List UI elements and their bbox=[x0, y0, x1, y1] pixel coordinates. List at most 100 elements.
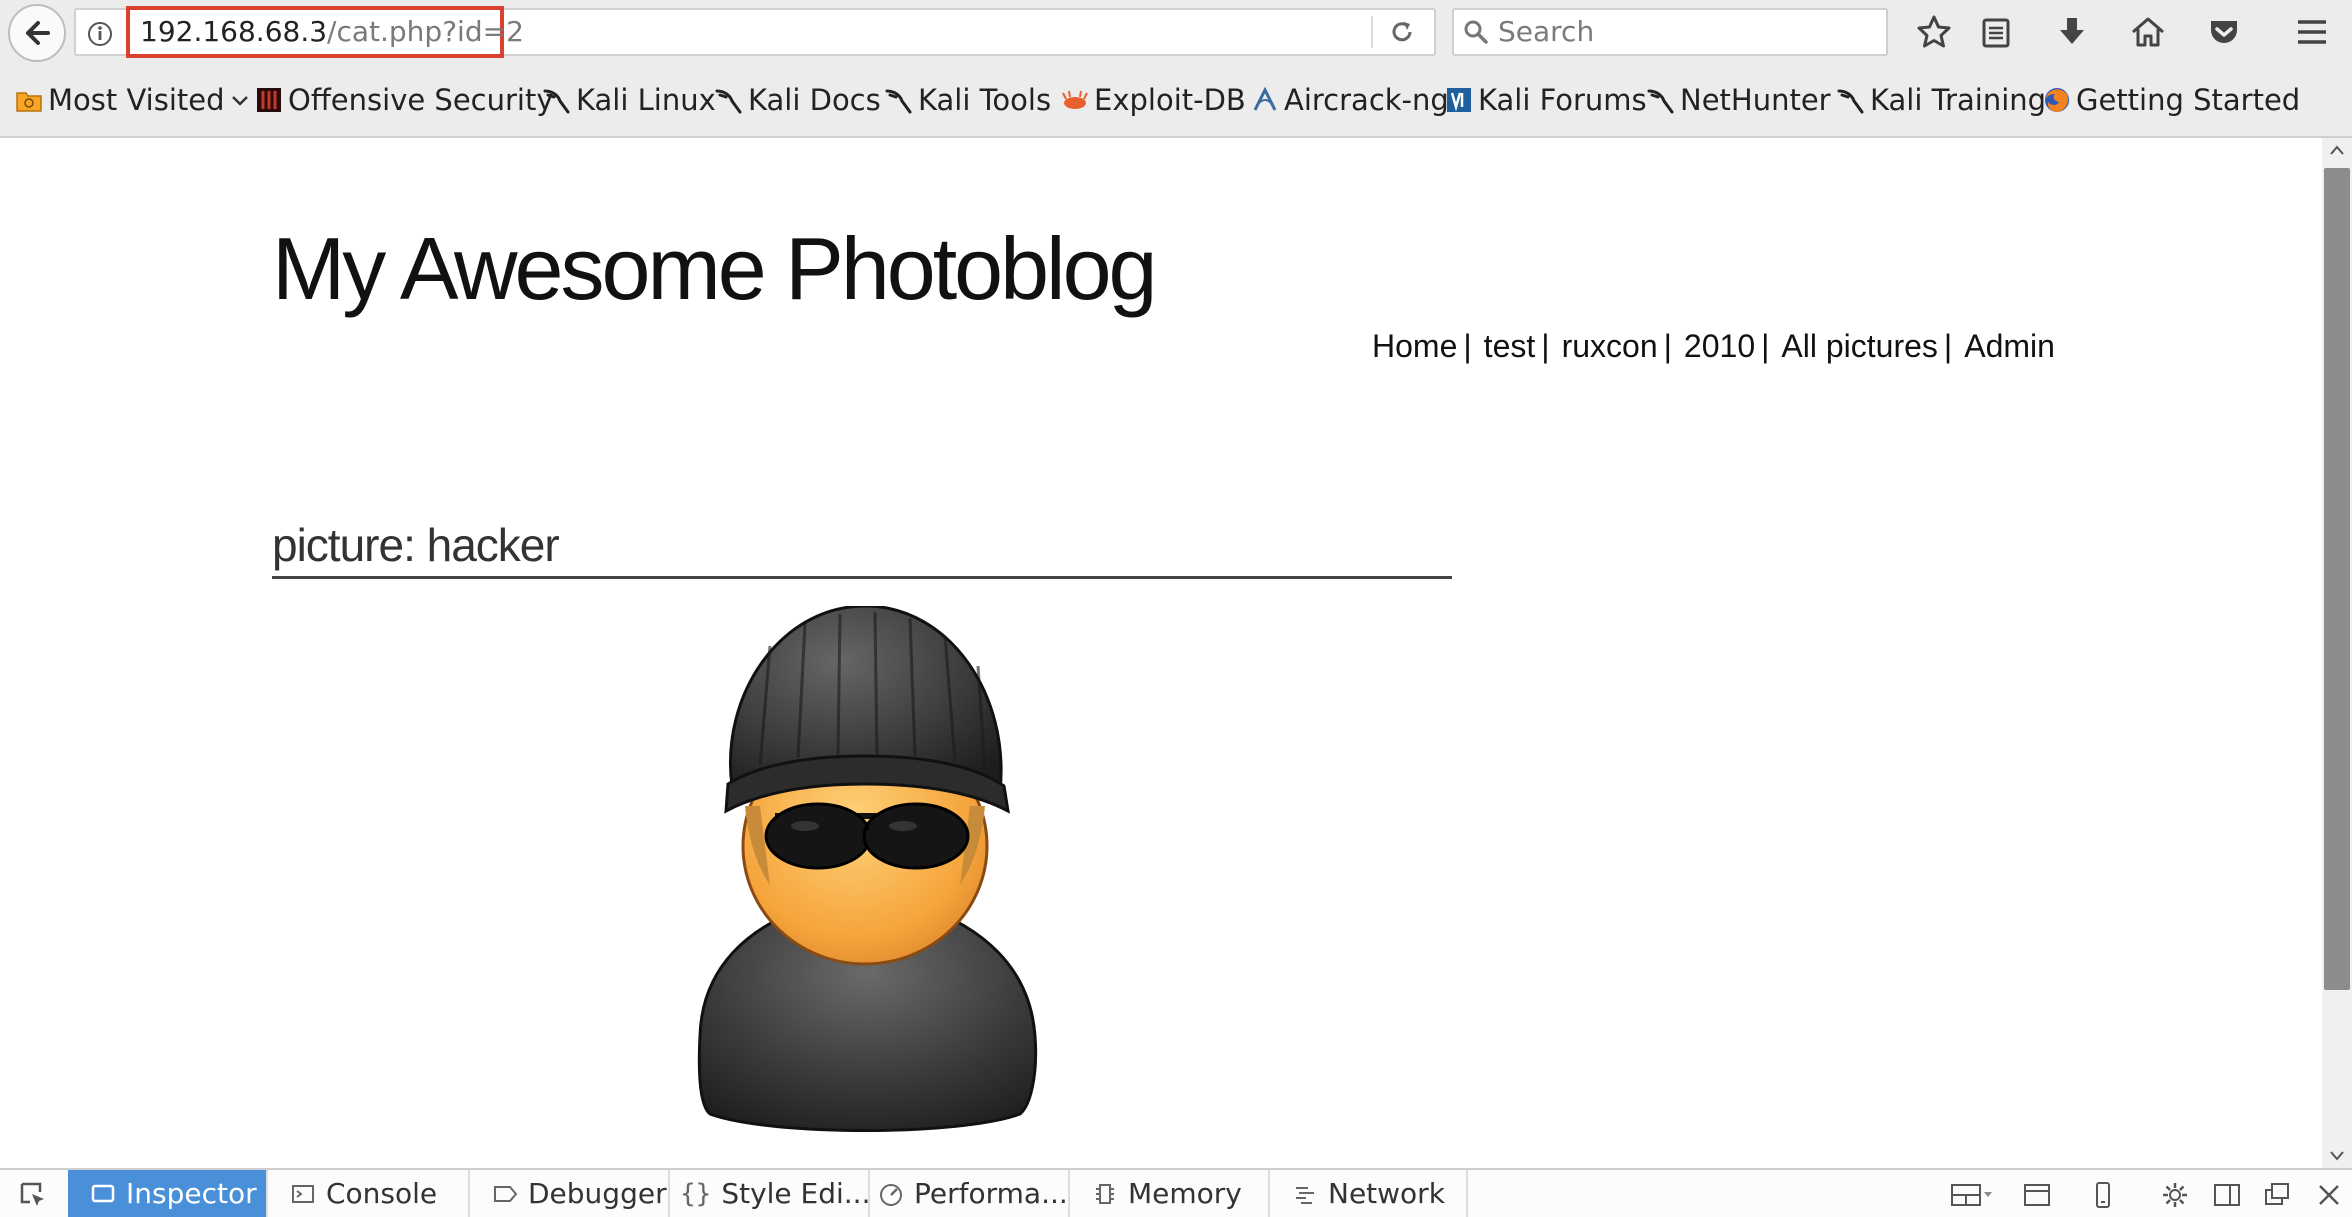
nav-link-admin[interactable]: Admin bbox=[1964, 328, 2055, 364]
layout-options-icon[interactable] bbox=[1950, 1180, 1994, 1210]
devtools-tab-memory[interactable]: Memory bbox=[1070, 1170, 1270, 1217]
download-icon[interactable] bbox=[2052, 12, 2092, 52]
braces-icon: {} bbox=[680, 1178, 712, 1209]
performance-icon bbox=[880, 1183, 902, 1206]
devtools-tab-label: Memory bbox=[1128, 1177, 1242, 1210]
kali-icon bbox=[543, 89, 570, 114]
site-title: My Awesome Photoblog bbox=[272, 219, 1157, 318]
devtools-tab-label: Debugger bbox=[528, 1177, 667, 1210]
settings-gear-icon[interactable] bbox=[2160, 1180, 2190, 1210]
bookmark-label: NetHunter bbox=[1680, 83, 1831, 117]
search-placeholder: Search bbox=[1498, 15, 1595, 48]
chevron-down-icon bbox=[231, 96, 248, 106]
element-picker-icon[interactable] bbox=[18, 1180, 48, 1210]
nav-separator: | bbox=[1943, 328, 1953, 364]
bookmark-kali-docs[interactable]: Kali Docs bbox=[714, 80, 881, 120]
site-nav: Home | test | ruxcon | 2010 | All pictures | Admin bbox=[1372, 328, 2055, 365]
devtools-tab-label: Inspector bbox=[126, 1177, 257, 1210]
inspector-icon bbox=[91, 1184, 115, 1202]
kali-icon bbox=[715, 89, 742, 114]
firefox-icon bbox=[2045, 88, 2069, 112]
devtools-tab-network[interactable]: Network bbox=[1270, 1170, 1468, 1217]
search-icon bbox=[1464, 20, 1488, 44]
page-viewport: My Awesome Photoblog Home | test | ruxcon | 20… bbox=[0, 138, 2316, 1168]
bookmark-label: Kali Tools bbox=[918, 83, 1052, 117]
devtools-tab-console[interactable]: Console bbox=[268, 1170, 470, 1217]
bookmark-nethunter[interactable]: NetHunter bbox=[1646, 80, 1831, 120]
bookmark-offensive-security[interactable]: Offensive Security bbox=[254, 80, 554, 120]
separate-window-icon[interactable] bbox=[2262, 1180, 2292, 1210]
back-button[interactable] bbox=[8, 4, 66, 62]
devtools-tab-label: Console bbox=[326, 1177, 438, 1210]
responsive-design-icon[interactable] bbox=[2088, 1180, 2118, 1210]
menu-icon[interactable] bbox=[2292, 12, 2332, 52]
url-path: /cat.php?id=2 bbox=[327, 15, 524, 48]
bookmarks-toolbar: Most Visited Offensive Security Kali Lin… bbox=[0, 64, 2352, 138]
bookmark-label: Exploit-DB bbox=[1094, 83, 1246, 117]
home-icon[interactable] bbox=[2128, 12, 2168, 52]
vertical-scrollbar[interactable] bbox=[2322, 138, 2352, 1168]
bookmark-label: Kali Forums bbox=[1478, 83, 1647, 117]
bookmark-kali-training[interactable]: Kali Training bbox=[1836, 80, 2046, 120]
url-bar[interactable]: 192.168.68.3/cat.php?id=2 bbox=[74, 6, 1436, 58]
console-icon bbox=[292, 1184, 314, 1203]
url-divider bbox=[1371, 16, 1373, 48]
bookmark-label: Kali Docs bbox=[748, 83, 881, 117]
bookmark-kali-linux[interactable]: Kali Linux bbox=[542, 80, 716, 120]
nav-link-all-pictures[interactable]: All pictures bbox=[1781, 328, 1938, 364]
nav-link-ruxcon[interactable]: ruxcon bbox=[1562, 328, 1658, 364]
reading-list-icon[interactable] bbox=[1976, 12, 2016, 52]
bookmark-label: Aircrack-ng bbox=[1284, 83, 1449, 117]
bookmark-label: Most Visited bbox=[48, 83, 225, 117]
nav-link-home[interactable]: Home bbox=[1372, 328, 1457, 364]
bookmark-aircrack-ng[interactable]: Aircrack-ng bbox=[1250, 80, 1449, 120]
bookmark-exploit-db[interactable]: Exploit-DB bbox=[1060, 80, 1246, 120]
network-icon bbox=[1296, 1186, 1314, 1204]
kali-icon bbox=[1647, 89, 1674, 114]
nav-separator: | bbox=[1463, 328, 1472, 364]
bookmark-label: Kali Training bbox=[1870, 83, 2047, 117]
scrollbar-thumb[interactable] bbox=[2324, 168, 2350, 990]
reload-icon[interactable] bbox=[1388, 18, 1416, 46]
offsec-icon bbox=[257, 88, 281, 112]
bookmark-getting-started[interactable]: Getting Started bbox=[2042, 80, 2300, 120]
nav-link-2010[interactable]: 2010 bbox=[1684, 328, 1755, 364]
aircrack-icon bbox=[1253, 86, 1277, 111]
bookmark-label: Getting Started bbox=[2076, 83, 2301, 117]
kali-icon bbox=[1837, 89, 1864, 114]
bookmark-label: Offensive Security bbox=[288, 83, 554, 117]
close-icon[interactable] bbox=[2314, 1180, 2344, 1210]
url-host: 192.168.68.3 bbox=[140, 15, 328, 48]
hacker-picture bbox=[697, 606, 1038, 1132]
devtools-tab-style-editor[interactable]: {} Style Edi... bbox=[670, 1170, 871, 1217]
devtools-tab-label: Style Edi... bbox=[721, 1177, 871, 1210]
devtools-tab-inspector[interactable]: Inspector bbox=[68, 1170, 268, 1217]
scroll-down-arrow-icon[interactable] bbox=[2328, 1146, 2346, 1164]
bookmark-kali-forums[interactable]: Kali Forums bbox=[1444, 80, 1647, 120]
info-icon[interactable] bbox=[86, 20, 114, 48]
exploitdb-icon bbox=[1062, 90, 1088, 109]
nav-separator: | bbox=[1541, 328, 1550, 364]
pocket-icon[interactable] bbox=[2204, 12, 2244, 52]
kali-icon bbox=[885, 89, 912, 114]
devtools-tab-performance[interactable]: Performa... bbox=[870, 1170, 1070, 1217]
dock-side-icon[interactable] bbox=[2212, 1180, 2242, 1210]
devtools-tab-label: Network bbox=[1328, 1177, 1445, 1210]
devtools-tab-label: Performa... bbox=[914, 1177, 1068, 1210]
bookmark-label: Kali Linux bbox=[576, 83, 716, 117]
bookmark-most-visited[interactable]: Most Visited bbox=[14, 80, 251, 120]
url-text[interactable]: 192.168.68.3/cat.php?id=2 bbox=[140, 10, 524, 54]
forum-icon bbox=[1447, 88, 1471, 112]
folder-icon bbox=[16, 92, 42, 112]
devtools-tab-debugger[interactable]: Debugger bbox=[470, 1170, 670, 1217]
split-console-icon[interactable] bbox=[2022, 1180, 2052, 1210]
memory-icon bbox=[1096, 1183, 1114, 1204]
debugger-icon bbox=[494, 1185, 518, 1202]
bookmark-star-icon[interactable] bbox=[1914, 12, 1954, 52]
scroll-up-arrow-icon[interactable] bbox=[2328, 142, 2346, 160]
search-box[interactable]: Search bbox=[1452, 8, 1888, 56]
browser-toolbar: 192.168.68.3/cat.php?id=2 Search bbox=[0, 0, 2352, 64]
nav-separator: | bbox=[1761, 328, 1770, 364]
bookmark-kali-tools[interactable]: Kali Tools bbox=[884, 80, 1051, 120]
nav-link-test[interactable]: test bbox=[1484, 328, 1536, 364]
